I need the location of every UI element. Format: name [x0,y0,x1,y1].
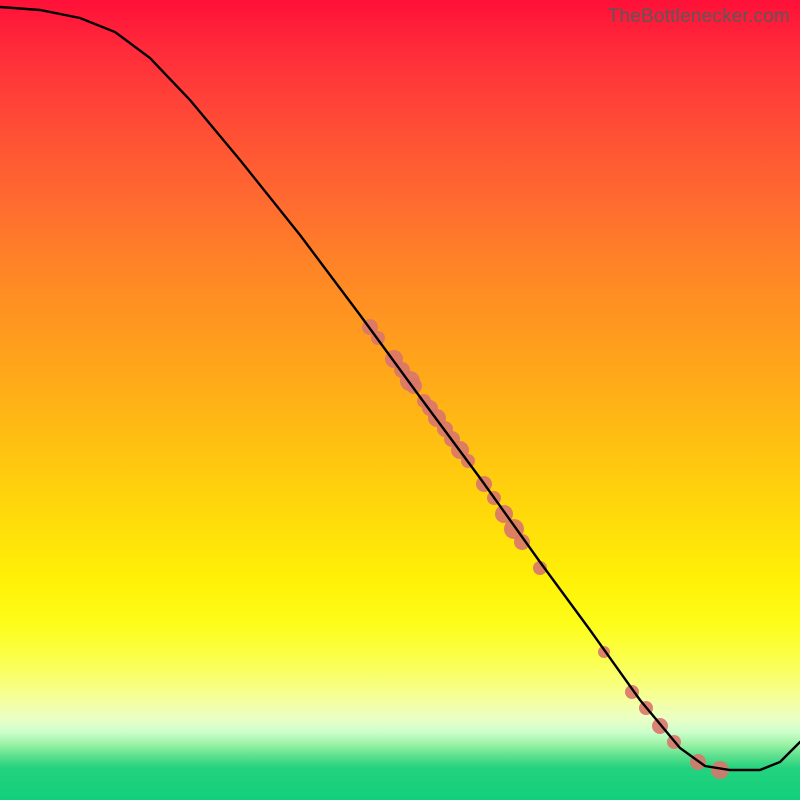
scatter-layer [362,319,729,779]
curve-line [0,7,800,770]
chart-svg [0,0,800,800]
chart-container: TheBottlenecker.com [0,0,800,800]
